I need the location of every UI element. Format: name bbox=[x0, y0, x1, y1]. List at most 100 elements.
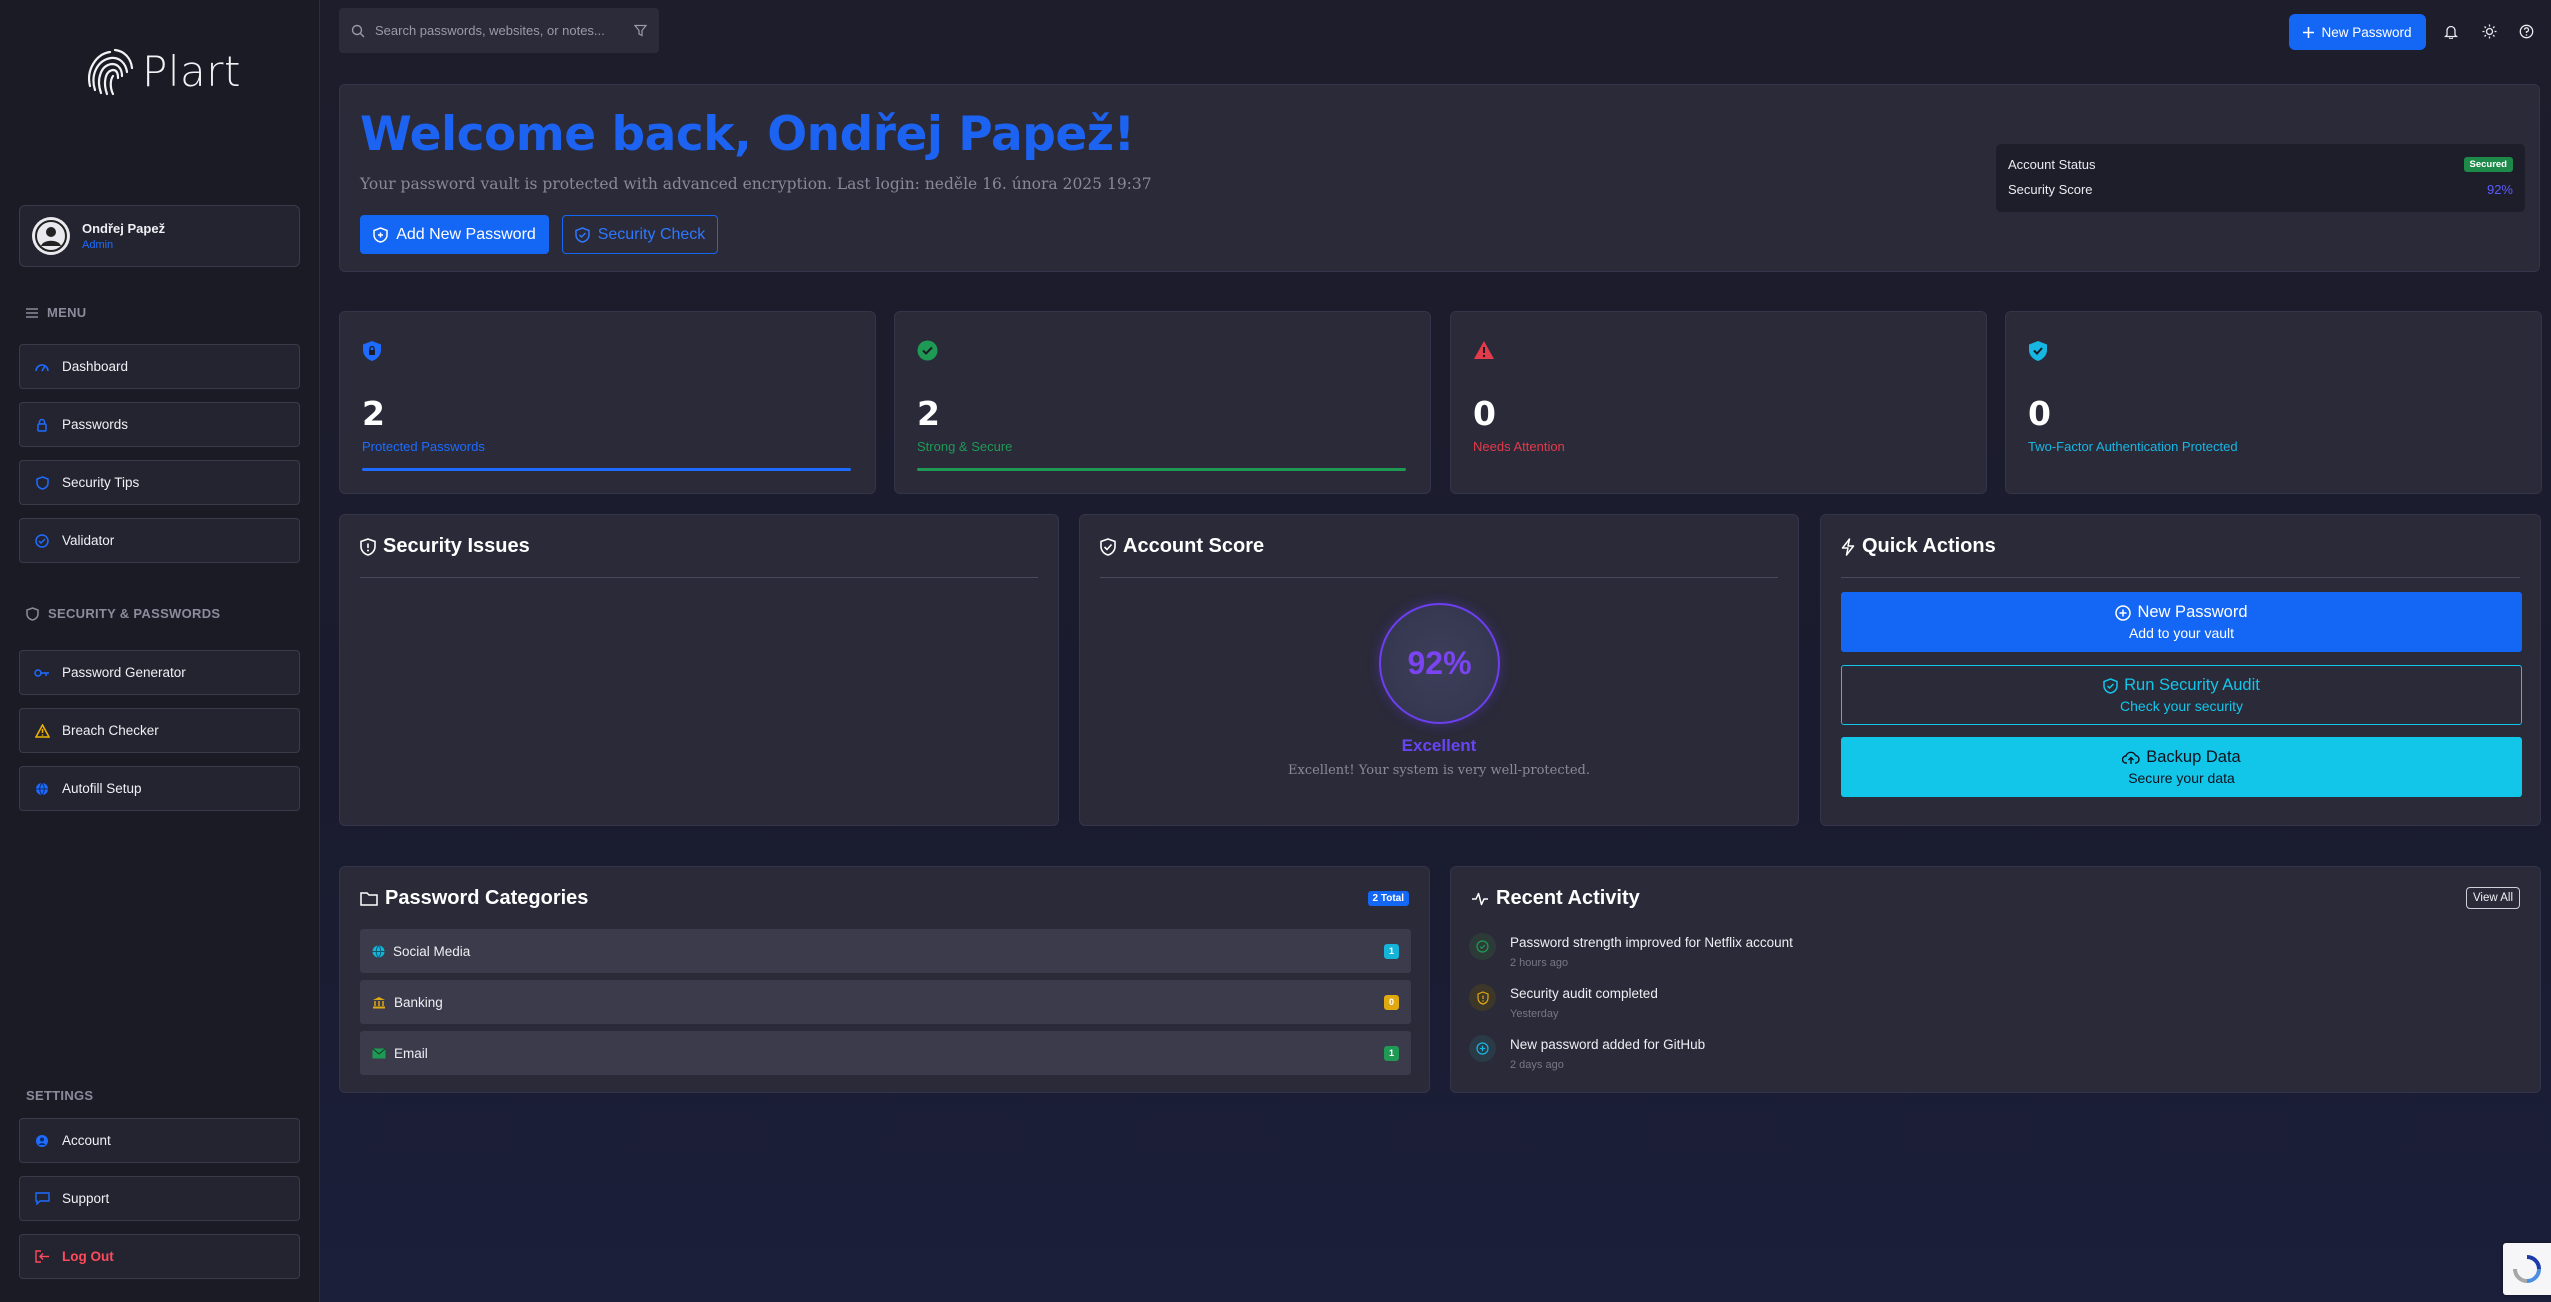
check-circle-icon bbox=[917, 340, 938, 361]
activity-item: New password added for GitHub 2 days ago bbox=[1469, 1035, 1705, 1071]
sidebar-item-label: Dashboard bbox=[62, 359, 129, 374]
gauge-icon bbox=[34, 359, 50, 375]
shield-icon bbox=[26, 606, 39, 621]
security-check-button[interactable]: Security Check bbox=[562, 215, 718, 254]
score-rating: Excellent bbox=[1401, 736, 1477, 755]
stat-card-attention: 0 Needs Attention bbox=[1450, 311, 1987, 494]
shield-check-icon bbox=[2028, 340, 2048, 362]
app-logo[interactable]: Plart bbox=[84, 46, 241, 96]
recent-activity-card: Recent Activity View All Password streng… bbox=[1450, 866, 2541, 1093]
card-title: Recent Activity bbox=[1471, 887, 1640, 910]
categories-total-badge: 2 Total bbox=[1367, 891, 1409, 906]
divider bbox=[1841, 577, 2520, 578]
welcome-title: Welcome back, Ondřej Papež! bbox=[360, 107, 1135, 162]
divider bbox=[360, 577, 1038, 578]
welcome-subtitle: Your password vault is protected with ad… bbox=[360, 175, 1152, 193]
check-circle-icon bbox=[34, 533, 50, 549]
cloud-upload-icon bbox=[2122, 751, 2140, 764]
stat-value: 0 bbox=[1473, 394, 1496, 433]
sidebar-item-label: Account bbox=[62, 1133, 111, 1148]
stat-progress-bar bbox=[917, 468, 1406, 471]
sidebar-item-label: Breach Checker bbox=[62, 723, 159, 738]
logout-icon bbox=[34, 1249, 50, 1265]
bell-icon[interactable] bbox=[2442, 22, 2460, 40]
sidebar-item-autofill-setup[interactable]: Autofill Setup bbox=[19, 766, 300, 811]
stat-label: Protected Passwords bbox=[362, 439, 485, 454]
account-score-card: Account Score 92% Excellent Excellent! Y… bbox=[1079, 514, 1799, 826]
shield-lock-icon bbox=[362, 340, 382, 362]
plus-circle-icon bbox=[2115, 604, 2132, 621]
theme-sun-icon[interactable] bbox=[2480, 22, 2498, 40]
search-icon bbox=[351, 24, 365, 37]
stat-card-strong: 2 Strong & Secure bbox=[894, 311, 1431, 494]
activity-item: Security audit completed Yesterday bbox=[1469, 984, 1658, 1020]
activity-item: Password strength improved for Netflix a… bbox=[1469, 933, 1793, 969]
sidebar-item-password-generator[interactable]: Password Generator bbox=[19, 650, 300, 695]
category-count: 0 bbox=[1384, 994, 1399, 1010]
lightning-icon bbox=[1841, 537, 1855, 556]
account-status-box: Account Status Secured Security Score 92… bbox=[1996, 144, 2525, 212]
sidebar-item-validator[interactable]: Validator bbox=[19, 518, 300, 563]
fingerprint-logo-icon bbox=[88, 48, 134, 96]
shield-alert-icon bbox=[1469, 984, 1496, 1011]
shield-check-icon bbox=[1100, 537, 1116, 556]
user-profile-card[interactable]: Ondřej Papež Admin bbox=[19, 205, 300, 267]
stat-label: Strong & Secure bbox=[917, 439, 1013, 454]
sidebar-item-dashboard[interactable]: Dashboard bbox=[19, 344, 300, 389]
sidebar-item-label: Log Out bbox=[62, 1249, 114, 1264]
stat-value: 2 bbox=[362, 394, 385, 433]
add-new-password-button[interactable]: Add New Password bbox=[360, 215, 549, 254]
sidebar-item-support[interactable]: Support bbox=[19, 1176, 300, 1221]
score-gauge: 92% bbox=[1379, 603, 1500, 724]
key-icon bbox=[34, 665, 50, 681]
category-email[interactable]: Email 1 bbox=[360, 1031, 1411, 1075]
sidebar-item-security-tips[interactable]: Security Tips bbox=[19, 460, 300, 505]
bank-icon bbox=[373, 996, 385, 1008]
plus-icon bbox=[2303, 26, 2315, 38]
lock-icon bbox=[34, 417, 50, 433]
help-icon[interactable] bbox=[2517, 22, 2535, 40]
user-name: Ondřej Papež bbox=[82, 221, 166, 236]
sidebar-item-logout[interactable]: Log Out bbox=[19, 1234, 300, 1279]
sidebar-item-label: Security Tips bbox=[62, 475, 140, 490]
card-title: Account Score bbox=[1100, 535, 1264, 558]
qa-new-password-button[interactable]: New Password Add to your vault bbox=[1841, 592, 2522, 652]
card-title: Security Issues bbox=[360, 535, 530, 558]
sidebar-item-label: Passwords bbox=[62, 417, 129, 432]
stat-value: 2 bbox=[917, 394, 940, 433]
view-all-button[interactable]: View All bbox=[2465, 887, 2520, 909]
sidebar: Plart Ondřej Papež Admin MENU Dashboard … bbox=[0, 0, 320, 1302]
avatar bbox=[32, 217, 70, 255]
welcome-banner: Welcome back, Ondřej Papež! Your passwor… bbox=[339, 84, 2540, 272]
globe-icon bbox=[34, 781, 50, 797]
new-password-button[interactable]: New Password bbox=[2289, 14, 2426, 50]
shield-alert-icon bbox=[360, 537, 376, 556]
sidebar-item-passwords[interactable]: Passwords bbox=[19, 402, 300, 447]
filter-icon[interactable] bbox=[634, 24, 647, 37]
user-role: Admin bbox=[82, 239, 114, 251]
settings-section-label: SETTINGS bbox=[26, 1088, 94, 1103]
search-bar[interactable] bbox=[339, 8, 659, 53]
recaptcha-badge[interactable] bbox=[2503, 1243, 2551, 1295]
sidebar-item-label: Validator bbox=[62, 533, 115, 548]
app-name: Plart bbox=[142, 46, 241, 96]
stat-value: 0 bbox=[2028, 394, 2051, 433]
chat-icon bbox=[34, 1191, 50, 1207]
category-count: 1 bbox=[1384, 943, 1399, 959]
activity-pulse-icon bbox=[1472, 892, 1488, 905]
stat-card-protected: 2 Protected Passwords bbox=[339, 311, 876, 494]
user-avatar-icon bbox=[35, 220, 67, 252]
search-input[interactable] bbox=[375, 23, 624, 38]
sidebar-item-account[interactable]: Account bbox=[19, 1118, 300, 1163]
category-banking[interactable]: Banking 0 bbox=[360, 980, 1411, 1024]
envelope-icon bbox=[372, 1047, 386, 1058]
globe-icon bbox=[372, 944, 385, 958]
qa-run-security-audit-button[interactable]: Run Security Audit Check your security bbox=[1841, 665, 2522, 725]
menu-lines-icon bbox=[26, 307, 38, 318]
sidebar-item-breach-checker[interactable]: Breach Checker bbox=[19, 708, 300, 753]
category-social-media[interactable]: Social Media 1 bbox=[360, 929, 1411, 973]
stat-card-2fa: 0 Two-Factor Authentication Protected bbox=[2005, 311, 2542, 494]
qa-backup-data-button[interactable]: Backup Data Secure your data bbox=[1841, 737, 2522, 797]
stat-progress-bar bbox=[362, 468, 851, 471]
shield-check-icon bbox=[574, 226, 590, 243]
